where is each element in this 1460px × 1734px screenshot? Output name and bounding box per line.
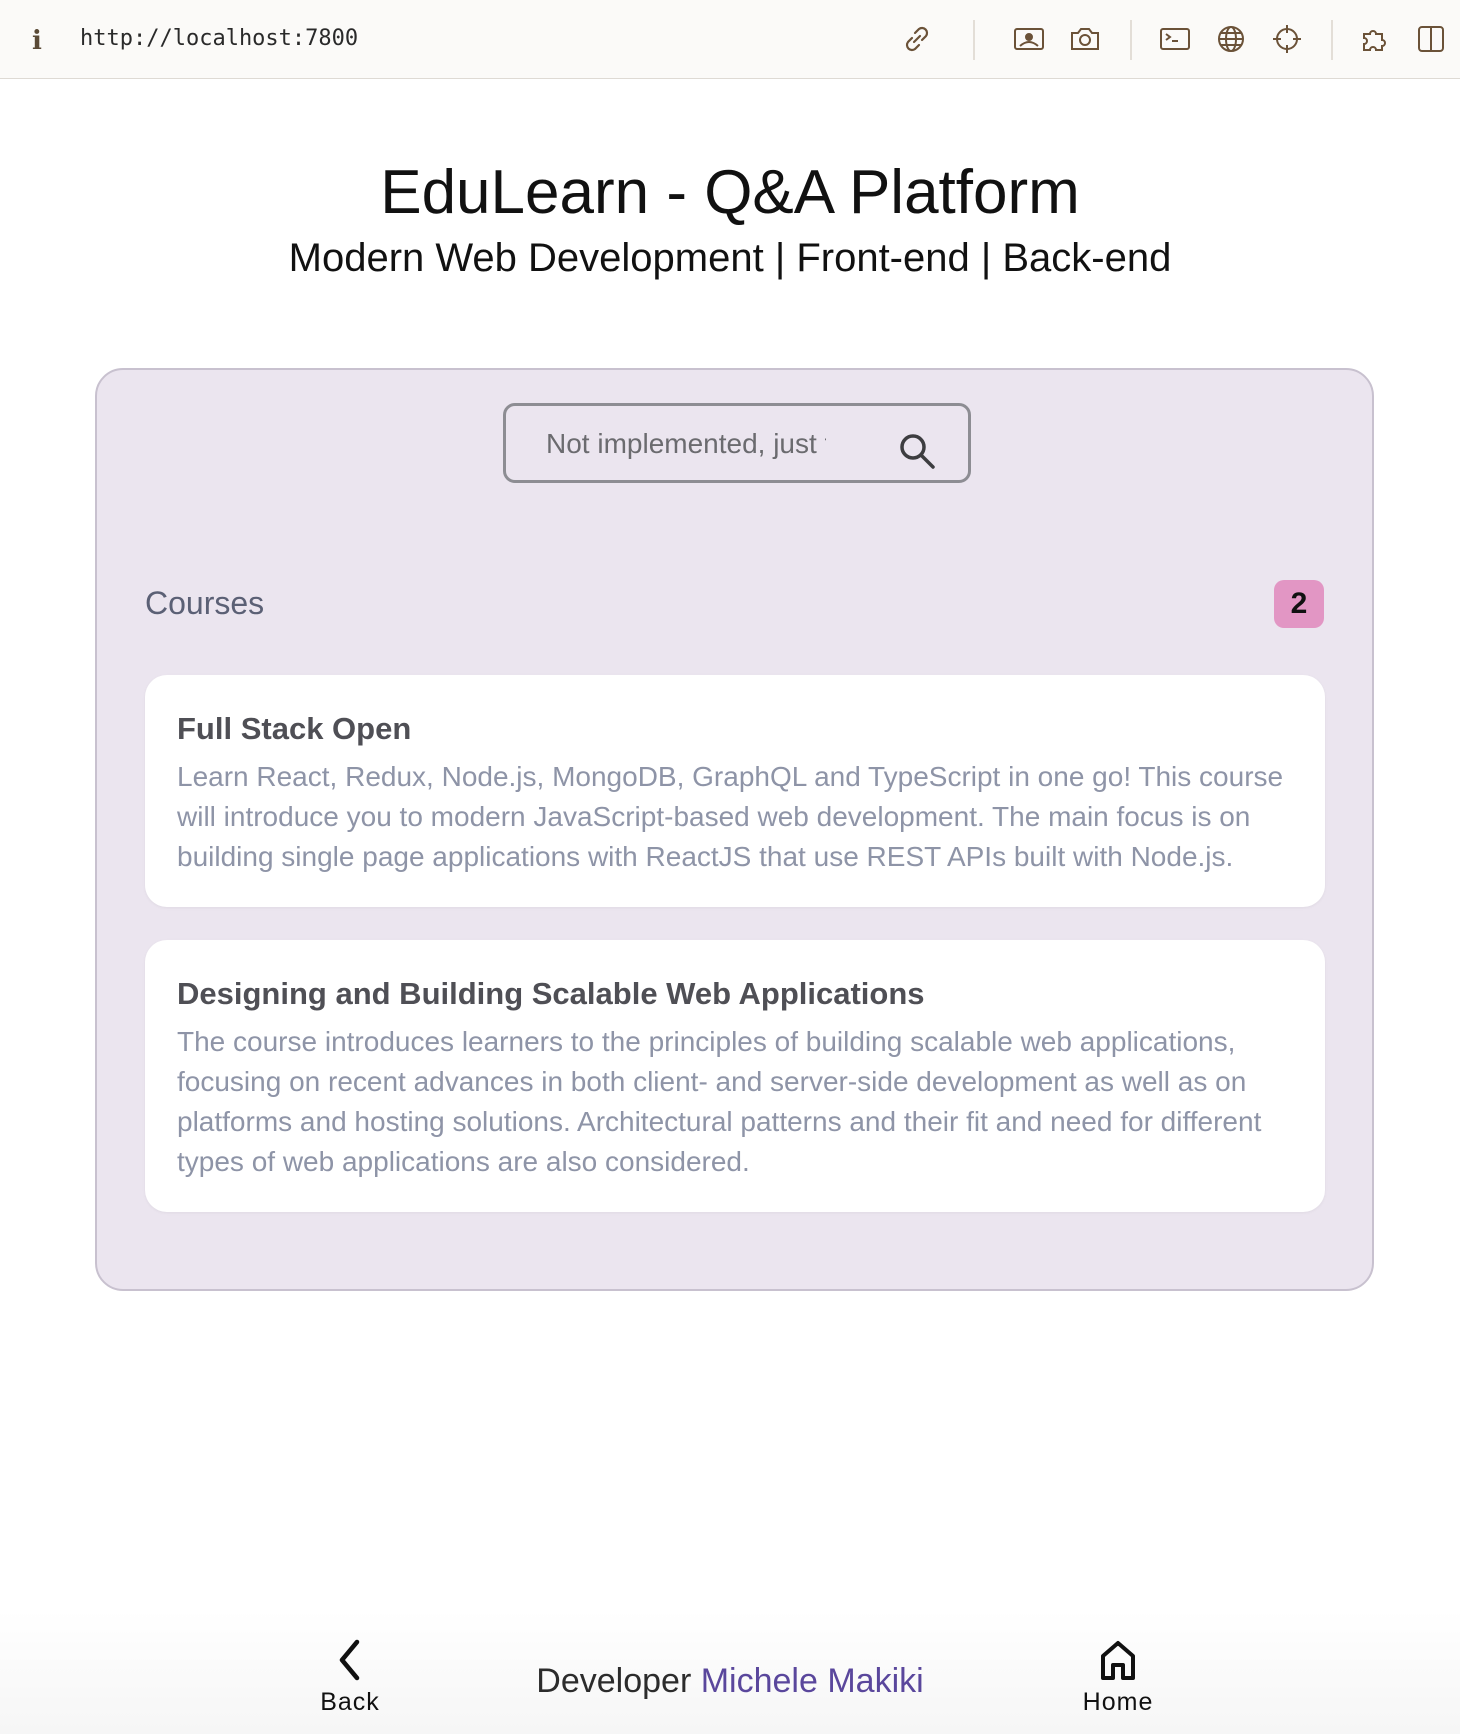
picture-icon[interactable] (1012, 22, 1046, 56)
courses-count-badge: 2 (1274, 580, 1324, 628)
extension-icon[interactable] (1358, 22, 1392, 56)
link-icon[interactable] (900, 22, 934, 56)
credit-prefix: Developer (536, 1662, 692, 1700)
info-icon[interactable]: i (32, 26, 42, 56)
browser-toolbar: i http://localhost:7800 (0, 0, 1460, 79)
url-field[interactable]: http://localhost:7800 (80, 26, 358, 51)
sidebar-icon[interactable] (1414, 22, 1448, 56)
globe-icon[interactable] (1214, 22, 1248, 56)
page-title: EduLearn - Q&A Platform (380, 158, 1080, 227)
course-description: The course introduces learners to the pr… (177, 1026, 1262, 1177)
search-box[interactable] (503, 403, 971, 483)
home-label: Home (1082, 1688, 1154, 1716)
home-icon (1101, 1641, 1135, 1680)
course-card[interactable]: Designing and Building Scalable Web Appl… (145, 940, 1325, 1212)
developer-name-link[interactable]: Michele Makiki (701, 1662, 924, 1700)
developer-credit: Developer Michele Makiki (0, 1662, 1460, 1701)
courses-heading: Courses (145, 585, 265, 621)
camera-icon[interactable] (1068, 22, 1102, 56)
search-icon[interactable] (896, 430, 938, 472)
toolbar-divider (973, 20, 975, 60)
footer: Back Developer Michele Makiki Home (0, 1610, 1460, 1734)
course-title: Designing and Building Scalable Web Appl… (177, 976, 925, 1011)
terminal-icon[interactable] (1158, 22, 1192, 56)
course-title: Full Stack Open (177, 711, 412, 746)
home-button[interactable]: Home (1058, 1638, 1178, 1717)
toolbar-divider (1331, 20, 1333, 60)
crosshair-icon[interactable] (1270, 22, 1304, 56)
course-description: Learn React, Redux, Node.js, MongoDB, Gr… (177, 761, 1284, 872)
toolbar-divider (1130, 20, 1132, 60)
courses-panel: Courses 2 Full Stack Open Learn React, R… (95, 368, 1374, 1291)
course-card[interactable]: Full Stack Open Learn React, Redux, Node… (145, 675, 1325, 907)
page-subtitle: Modern Web Development | Front-end | Bac… (288, 236, 1172, 280)
search-input[interactable] (546, 422, 826, 466)
